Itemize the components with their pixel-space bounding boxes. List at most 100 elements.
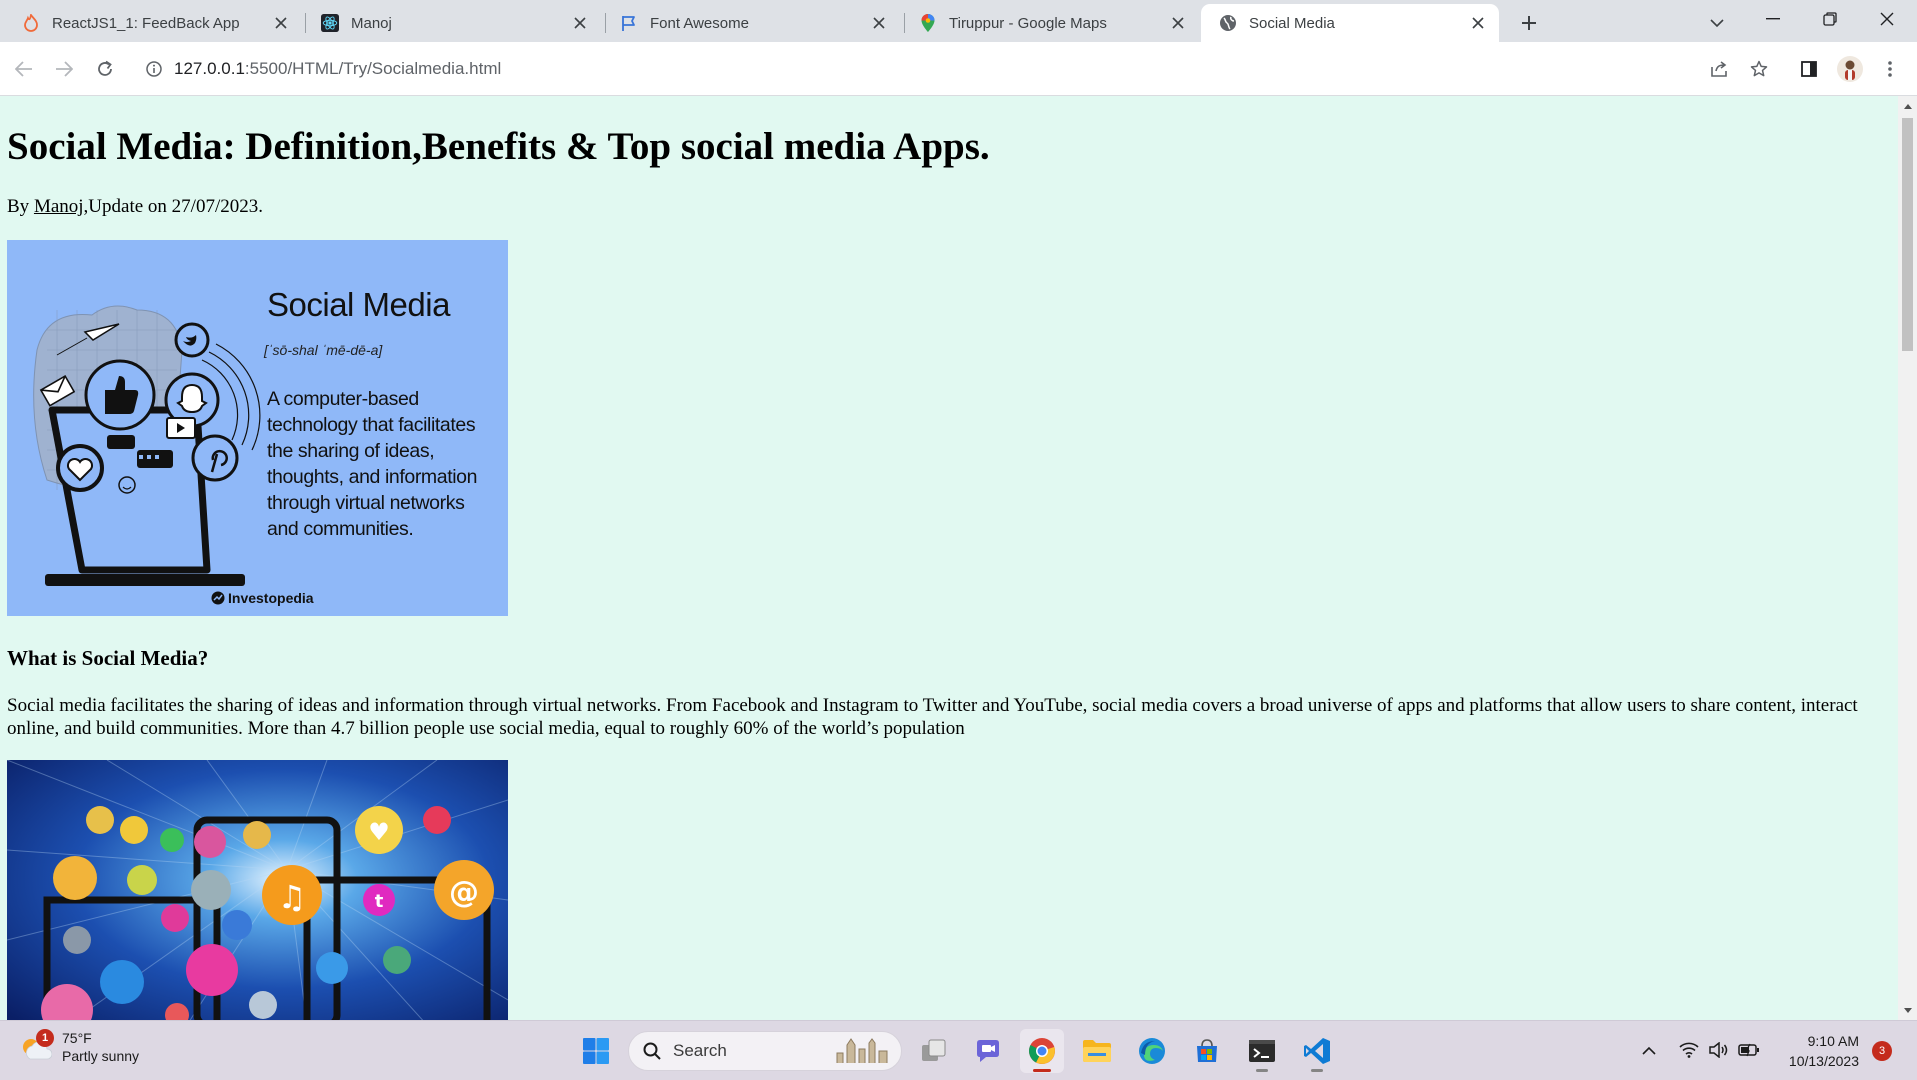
close-icon[interactable]	[870, 14, 888, 32]
windows-logo-icon	[583, 1038, 609, 1064]
windows-taskbar: 75°F Partly sunny 1 Search 9:10 AM 10/13…	[0, 1020, 1917, 1080]
terminal-button[interactable]	[1240, 1029, 1284, 1073]
microsoft-store-button[interactable]	[1185, 1029, 1229, 1073]
url-host: 127.0.0.1	[174, 59, 245, 78]
globe-icon	[1219, 14, 1237, 32]
bookmark-button[interactable]	[1743, 53, 1775, 85]
close-icon[interactable]	[272, 14, 290, 32]
battery-icon	[1738, 1043, 1759, 1057]
running-indicator	[1311, 1069, 1323, 1072]
react-icon	[321, 14, 339, 32]
edge-icon	[1139, 1038, 1165, 1064]
forward-button[interactable]	[48, 53, 80, 85]
restore-icon	[1823, 12, 1837, 26]
weather-temp: 75°F	[62, 1030, 92, 1046]
tab-feedback-app[interactable]: ReactJS1_1: FeedBack App	[4, 4, 302, 42]
system-clock[interactable]: 9:10 AM 10/13/2023	[1773, 1031, 1859, 1071]
svg-text:@: @	[449, 875, 479, 910]
tab-search-button[interactable]	[1702, 8, 1732, 38]
minimize-button[interactable]	[1745, 0, 1801, 38]
minimize-icon	[1766, 18, 1780, 20]
star-icon	[1750, 60, 1768, 77]
info-icon[interactable]	[146, 61, 162, 77]
close-window-button[interactable]	[1859, 0, 1915, 38]
notification-badge[interactable]: 3	[1872, 1041, 1892, 1061]
search-icon	[643, 1042, 661, 1060]
tab-title: Tiruppur - Google Maps	[949, 14, 1107, 32]
file-explorer-button[interactable]	[1075, 1029, 1119, 1073]
tab-title: ReactJS1_1: FeedBack App	[52, 14, 240, 32]
address-bar[interactable]: 127.0.0.1:5500/HTML/Try/Socialmedia.html	[133, 49, 1769, 89]
tab-social-media[interactable]: Social Media	[1201, 4, 1499, 42]
byline-prefix: By	[7, 196, 34, 217]
investopedia-icon	[211, 591, 225, 605]
profile-button[interactable]	[1834, 53, 1866, 85]
share-button[interactable]	[1703, 53, 1735, 85]
chrome-taskbar-button[interactable]	[1020, 1029, 1064, 1073]
close-icon[interactable]	[1469, 14, 1487, 32]
battery-button[interactable]	[1736, 1037, 1762, 1063]
reload-button[interactable]	[89, 53, 121, 85]
hero-credit-text: Investopedia	[228, 590, 314, 606]
browser-toolbar: 127.0.0.1:5500/HTML/Try/Socialmedia.html	[0, 42, 1917, 96]
tab-title: Manoj	[351, 14, 392, 32]
side-panel-icon	[1801, 61, 1817, 77]
side-panel-button[interactable]	[1793, 53, 1825, 85]
page-title: Social Media: Definition,Benefits & Top …	[7, 125, 990, 168]
section-heading: What is Social Media?	[7, 646, 209, 670]
volume-button[interactable]	[1706, 1037, 1732, 1063]
plus-icon	[1522, 16, 1536, 30]
avatar	[1837, 56, 1863, 82]
teams-chat-button[interactable]	[966, 1029, 1010, 1073]
back-button[interactable]	[8, 53, 40, 85]
hero-definition: A computer-based technology that facilit…	[267, 388, 478, 540]
weather-widget[interactable]: 75°F Partly sunny 1	[18, 1029, 139, 1065]
taskbar-search[interactable]: Search	[628, 1031, 902, 1071]
vscode-icon	[1304, 1038, 1330, 1064]
wifi-button[interactable]	[1676, 1037, 1702, 1063]
page-content: Social Media: Definition,Benefits & Top …	[0, 96, 1898, 1020]
menu-button[interactable]	[1874, 53, 1906, 85]
search-highlight-icon	[836, 1038, 888, 1063]
close-icon[interactable]	[1169, 14, 1187, 32]
tab-manoj[interactable]: Manoj	[303, 4, 601, 42]
edge-button[interactable]	[1130, 1029, 1174, 1073]
svg-text:♥: ♥	[368, 818, 390, 846]
folder-icon	[1083, 1040, 1111, 1062]
tab-title: Social Media	[1249, 14, 1335, 32]
vertical-scrollbar[interactable]	[1898, 96, 1917, 1020]
clock-date: 10/13/2023	[1788, 1053, 1859, 1069]
investopedia-logo: Investopedia	[211, 590, 314, 606]
share-icon	[1711, 61, 1727, 77]
task-view-button[interactable]	[912, 1029, 956, 1073]
scrollbar-thumb[interactable]	[1902, 118, 1913, 351]
vscode-button[interactable]	[1295, 1029, 1339, 1073]
url-path: :5500/HTML/Try/Socialmedia.html	[244, 59, 502, 78]
chevron-down-icon	[1710, 18, 1724, 27]
close-icon[interactable]	[571, 14, 589, 32]
flame-icon	[22, 14, 40, 32]
social-media-definition-image: Social Media [ˈsō-shal ˈmē-dē-a] A compu…	[7, 240, 508, 616]
flag-icon	[620, 14, 638, 32]
byline: By Manoj,Update on 27/07/2023.	[7, 196, 263, 218]
svg-text:♫: ♫	[278, 878, 307, 916]
hero-pronunciation: [ˈsō-shal ˈmē-dē-a]	[264, 342, 383, 358]
new-tab-button[interactable]	[1514, 8, 1544, 38]
chrome-icon	[1029, 1038, 1055, 1064]
url-text[interactable]: 127.0.0.1:5500/HTML/Try/Socialmedia.html	[174, 59, 501, 79]
arrow-left-icon	[15, 61, 32, 77]
tab-google-maps[interactable]: Tiruppur - Google Maps	[901, 4, 1199, 42]
active-indicator	[1033, 1069, 1051, 1072]
start-button[interactable]	[574, 1029, 618, 1073]
byline-suffix: ,Update on 27/07/2023.	[83, 196, 263, 217]
tab-font-awesome[interactable]: Font Awesome	[602, 4, 900, 42]
scroll-up-arrow-icon[interactable]	[1902, 100, 1913, 112]
scroll-down-arrow-icon[interactable]	[1902, 1004, 1913, 1016]
task-view-icon	[922, 1039, 946, 1061]
apps-burst-illustration: ♫ @ t ♥	[7, 760, 508, 1020]
show-hidden-icons-button[interactable]	[1636, 1037, 1662, 1063]
author-link[interactable]: Manoj	[34, 196, 84, 217]
wifi-icon	[1679, 1042, 1699, 1058]
restore-button[interactable]	[1802, 0, 1858, 38]
search-label: Search	[673, 1041, 727, 1060]
